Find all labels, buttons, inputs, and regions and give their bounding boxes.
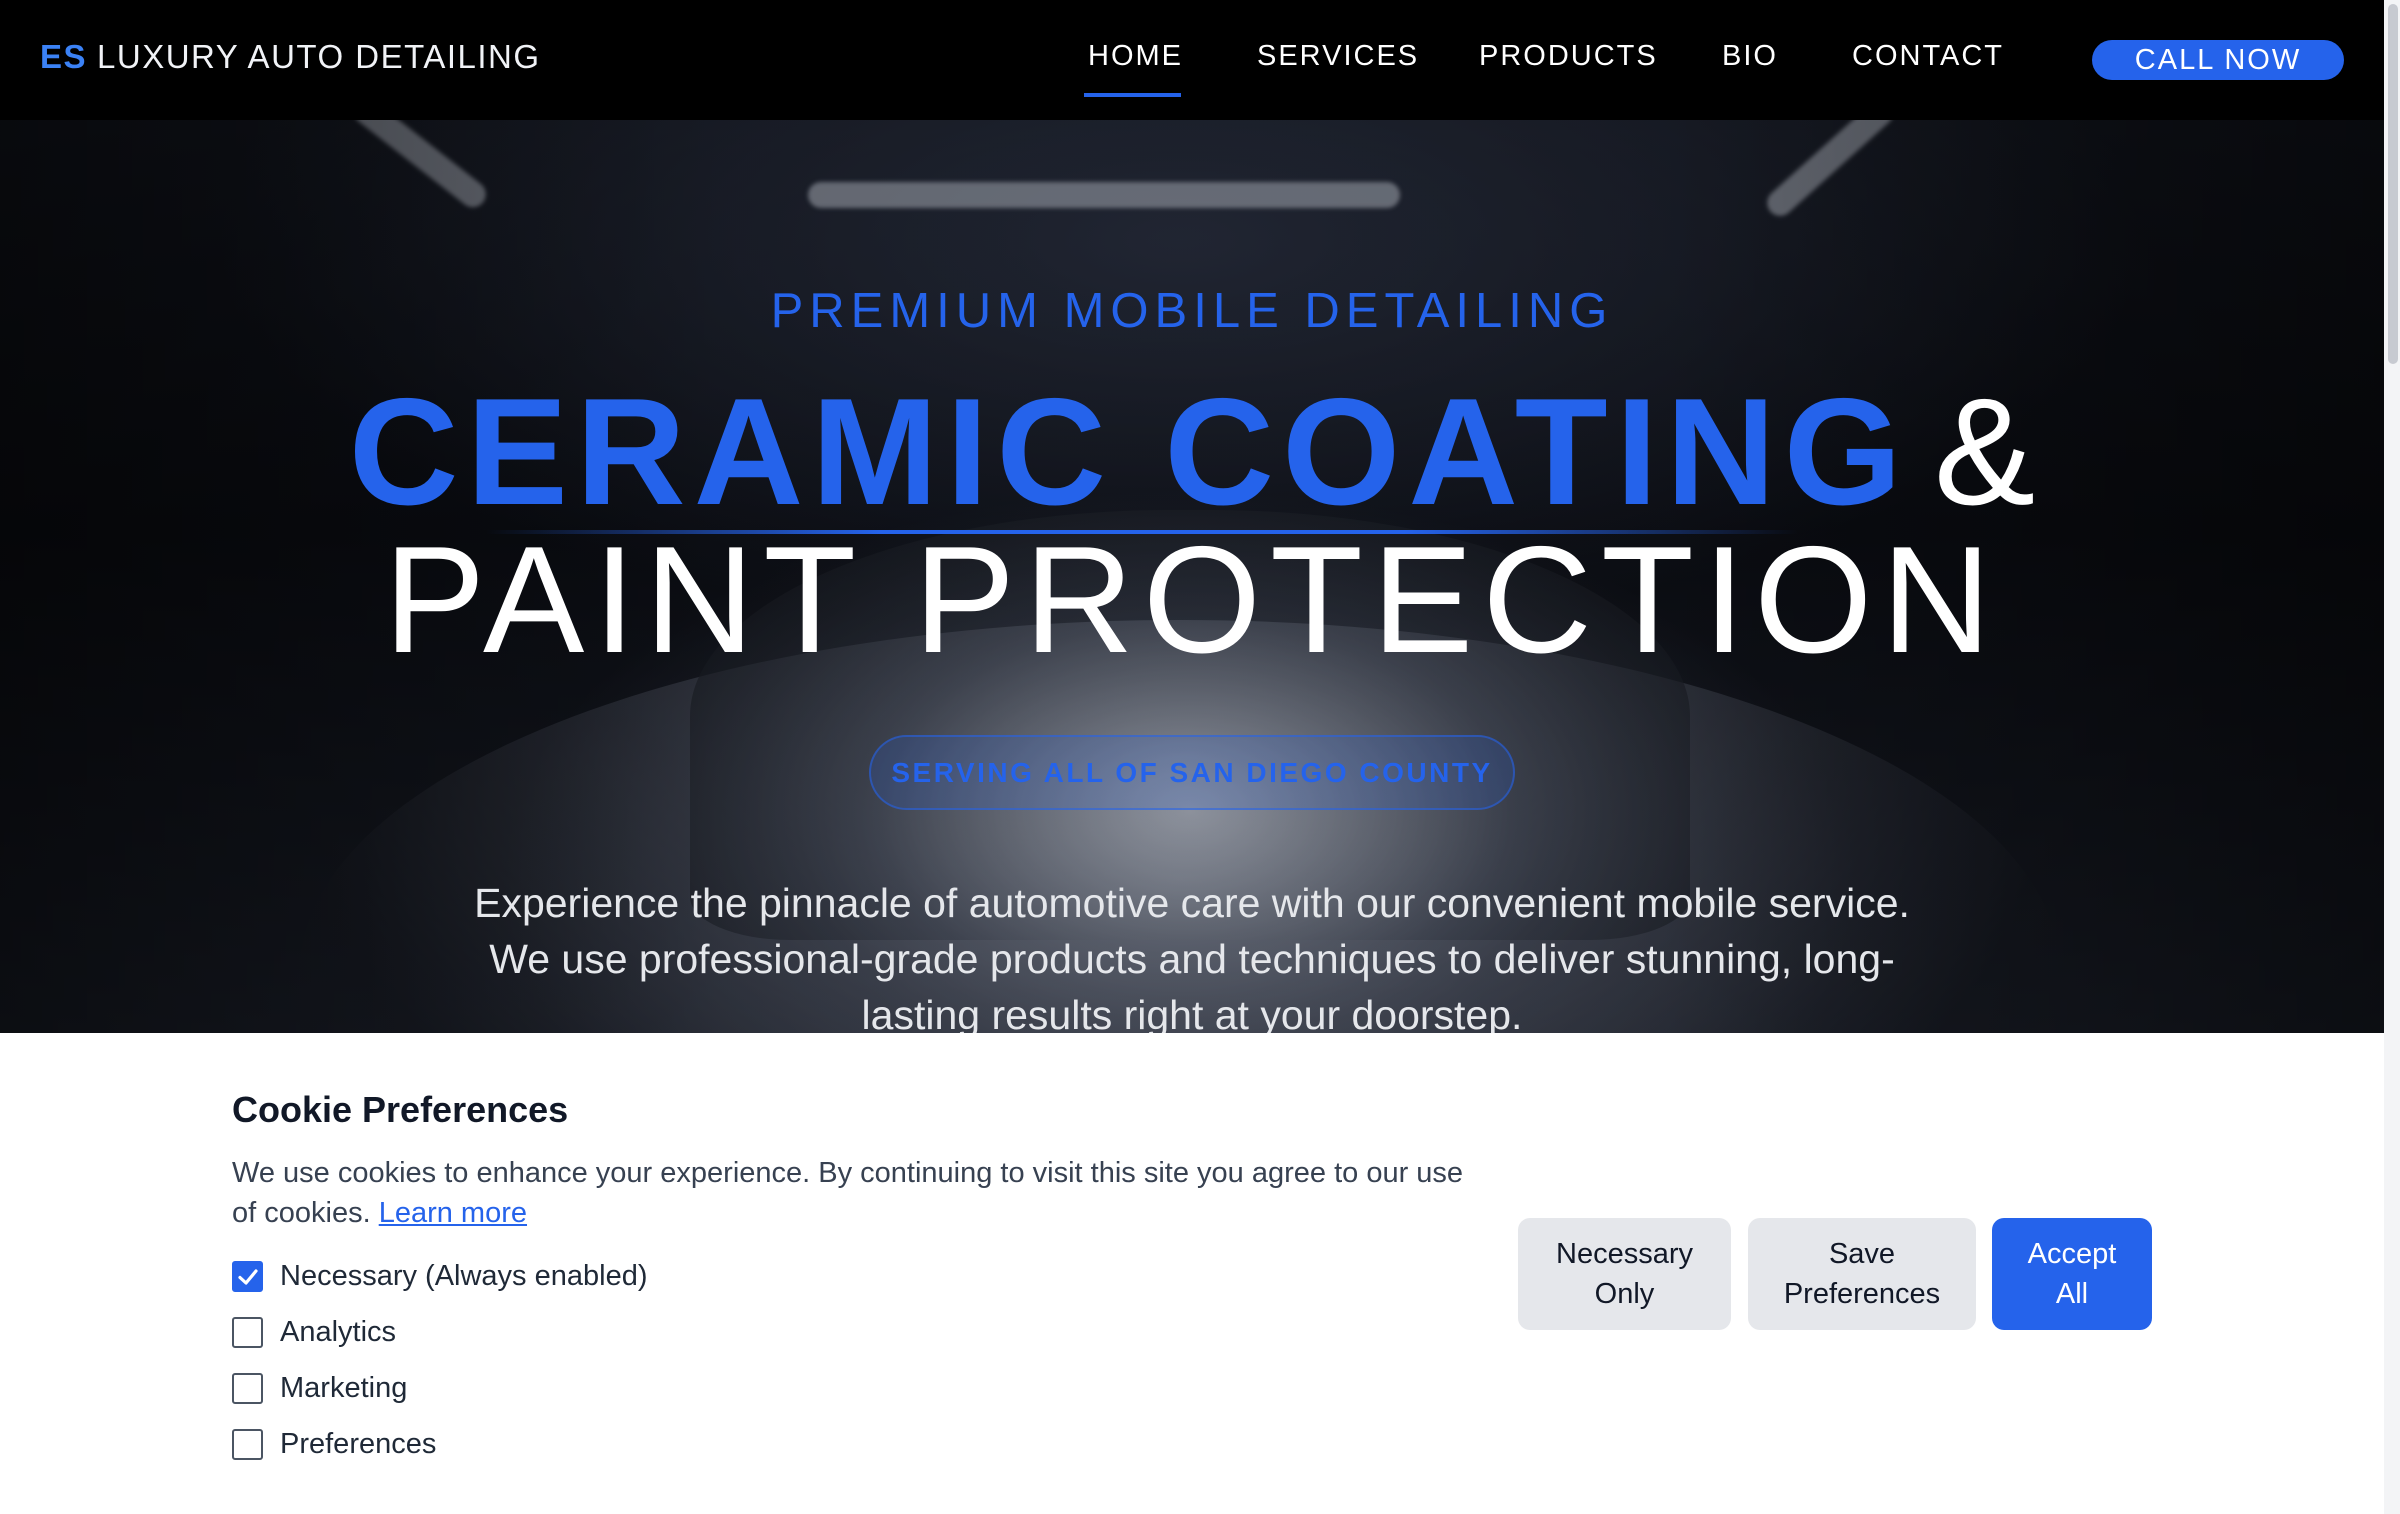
call-now-button[interactable]: CALL NOW	[2092, 40, 2344, 80]
cookie-title: Cookie Preferences	[232, 1089, 569, 1130]
nav-link-home[interactable]: HOME	[1088, 40, 1183, 73]
analytics-checkbox[interactable]	[232, 1317, 263, 1348]
cookie-option-preferences[interactable]: Preferences	[232, 1428, 436, 1461]
accept-all-button-label: Accept All	[2028, 1234, 2117, 1314]
preferences-checkbox[interactable]	[232, 1429, 263, 1460]
learn-more-link[interactable]: Learn more	[379, 1197, 527, 1229]
marketing-checkbox[interactable]	[232, 1373, 263, 1404]
hero-headline-highlight: CERAMIC COATING	[348, 367, 1910, 537]
button-label-line: Only	[1594, 1278, 1655, 1310]
necessary-only-button-label: Necessary Only	[1556, 1234, 1693, 1314]
hero-kicker: PREMIUM MOBILE DETAILING	[770, 284, 1614, 338]
save-preferences-button-label: Save Preferences	[1784, 1234, 1940, 1314]
cookie-option-label: Analytics	[280, 1316, 397, 1348]
hero-section: PREMIUM MOBILE DETAILING CERAMIC COATING…	[0, 120, 2384, 1033]
hero-headline-line2: PAINT PROTECTION	[383, 515, 2001, 685]
necessary-only-button[interactable]: Necessary Only	[1518, 1218, 1731, 1330]
button-label-line: Necessary	[1556, 1238, 1693, 1270]
cookie-option-analytics[interactable]: Analytics	[232, 1316, 396, 1349]
necessary-checkbox[interactable]	[232, 1261, 263, 1292]
cookie-banner: Cookie Preferences We use cookies to enh…	[0, 1033, 2384, 1514]
accept-all-button[interactable]: Accept All	[1992, 1218, 2152, 1330]
cookie-option-necessary[interactable]: Necessary (Always enabled)	[232, 1260, 647, 1293]
hero-headline-line1: CERAMIC COATING &	[0, 372, 2384, 532]
nav-link-contact[interactable]: CONTACT	[1852, 40, 2004, 73]
button-label-line: All	[2055, 1278, 2089, 1310]
service-area-badge: SERVING ALL OF SAN DIEGO COUNTY	[869, 735, 1515, 810]
nav-link-services[interactable]: SERVICES	[1257, 40, 1419, 73]
cookie-option-label: Marketing	[280, 1372, 408, 1404]
cookie-option-label: Preferences	[280, 1428, 437, 1460]
button-label-line: Save	[1828, 1238, 1896, 1270]
brand-name: LUXURY AUTO DETAILING	[97, 38, 541, 75]
top-navigation: ES LUXURY AUTO DETAILING HOME SERVICES PR…	[0, 0, 2384, 120]
cookie-option-marketing[interactable]: Marketing	[232, 1372, 407, 1405]
brand-logo[interactable]: ES LUXURY AUTO DETAILING	[40, 38, 541, 76]
button-label-line: Accept	[2027, 1238, 2117, 1270]
nav-link-bio[interactable]: BIO	[1722, 40, 1778, 73]
scrollbar-thumb[interactable]	[2388, 4, 2398, 364]
cookie-description: We use cookies to enhance your experienc…	[232, 1153, 1472, 1233]
nav-link-products[interactable]: PRODUCTS	[1479, 40, 1658, 73]
brand-short: ES	[40, 38, 88, 75]
check-icon	[237, 1268, 258, 1285]
button-label-line: Preferences	[1783, 1278, 1941, 1310]
hero-headline-ampersand: &	[1933, 367, 2036, 537]
cookie-option-label: Necessary (Always enabled)	[280, 1260, 648, 1292]
hero-description: Experience the pinnacle of automotive ca…	[474, 880, 1910, 1033]
active-nav-underline	[1084, 93, 1181, 97]
save-preferences-button[interactable]: Save Preferences	[1748, 1218, 1976, 1330]
